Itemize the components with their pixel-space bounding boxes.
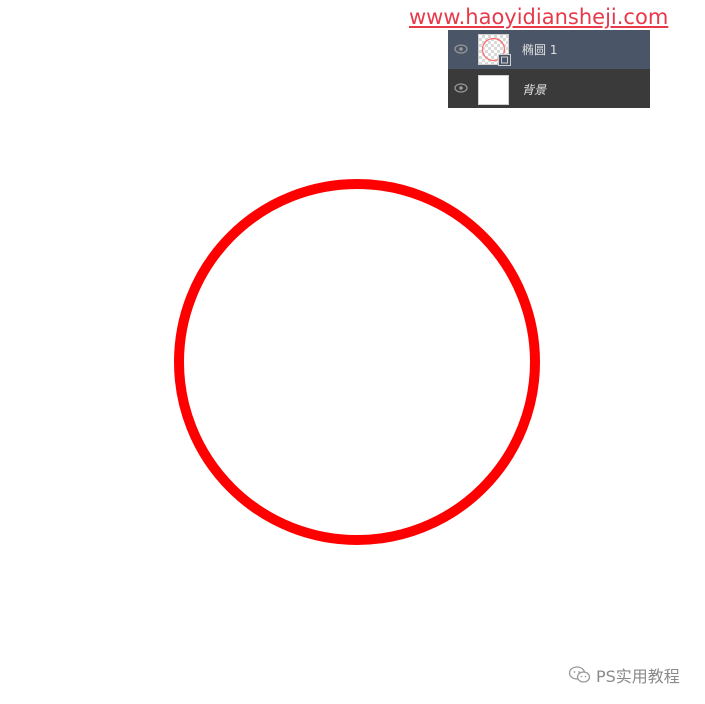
eye-icon[interactable] bbox=[454, 82, 468, 94]
wechat-icon bbox=[568, 666, 591, 683]
layers-panel: 椭圆 1 背景 bbox=[448, 30, 650, 108]
layer-row-background[interactable]: 背景 bbox=[448, 69, 650, 108]
wechat-account-watermark: PS实用教程 bbox=[568, 662, 680, 688]
layer-row-ellipse[interactable]: 椭圆 1 bbox=[448, 30, 650, 70]
watermark-url[interactable]: www.haoyidiansheji.com bbox=[409, 5, 668, 29]
eye-icon[interactable] bbox=[454, 43, 468, 55]
layer-thumbnail[interactable] bbox=[478, 75, 509, 105]
ellipse-shape bbox=[174, 179, 540, 545]
layer-name[interactable]: 椭圆 1 bbox=[522, 41, 557, 58]
layer-name[interactable]: 背景 bbox=[522, 81, 546, 98]
account-label: PS实用教程 bbox=[596, 667, 680, 686]
shape-layer-icon bbox=[498, 54, 511, 66]
